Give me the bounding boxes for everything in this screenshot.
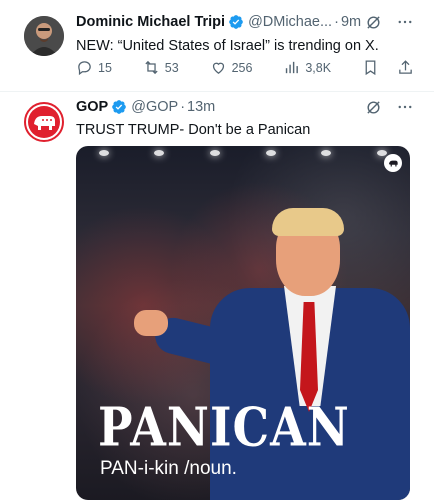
- view-count: 3,8K: [305, 60, 332, 75]
- like-button[interactable]: 256: [210, 59, 253, 76]
- tweet-time[interactable]: 9m: [341, 14, 361, 30]
- share-icon: [399, 60, 412, 74]
- reply-icon: [78, 61, 91, 76]
- verified-badge-icon: [228, 14, 244, 30]
- tweet-media-image[interactable]: PANICAN PAN-i-kin /noun.: [76, 146, 410, 500]
- gop-logo-icon: [384, 154, 402, 172]
- views-icon: [286, 61, 299, 74]
- grok-icon[interactable]: [364, 13, 382, 31]
- tweet-text: NEW: “United States of Israel” is trendi…: [76, 38, 379, 54]
- retweet-icon: [145, 60, 158, 75]
- author-name[interactable]: GOP: [76, 99, 108, 115]
- author-handle[interactable]: @DMichae...: [248, 14, 332, 30]
- separator-dot: ·: [334, 14, 339, 30]
- reply-button[interactable]: 15: [76, 59, 112, 76]
- more-options-icon[interactable]: [396, 13, 414, 31]
- retweet-count: 53: [164, 60, 179, 75]
- retweet-button[interactable]: 53: [143, 59, 179, 76]
- tweet-header: GOP @GOP · 13m: [76, 99, 422, 115]
- reply-count: 15: [98, 60, 112, 75]
- heart-icon: [212, 62, 224, 74]
- grok-icon[interactable]: [364, 98, 382, 116]
- bookmark-icon: [365, 60, 376, 76]
- author-handle[interactable]: @GOP: [131, 99, 178, 115]
- author-avatar[interactable]: [24, 102, 64, 142]
- author-avatar[interactable]: [24, 16, 64, 56]
- stadium-lights: [76, 150, 410, 162]
- tweet-time[interactable]: 13m: [187, 99, 215, 115]
- tweet-header: Dominic Michael Tripi @DMichae... · 9m: [76, 14, 422, 30]
- media-title: PANICAN: [98, 396, 350, 459]
- tweet-text: TRUST TRUMP- Don't be a Panican: [76, 122, 311, 138]
- tweet[interactable]: Dominic Michael Tripi @DMichae... · 9m N…: [0, 0, 434, 92]
- share-button[interactable]: [397, 59, 414, 76]
- like-count: 256: [231, 60, 253, 75]
- tweet[interactable]: GOP @GOP · 13m TRUST TRUMP- Don't be a P…: [0, 92, 434, 500]
- more-options-icon[interactable]: [396, 98, 414, 116]
- tweet-actions: 15 53 256 3,8K: [76, 59, 414, 76]
- views-button[interactable]: 3,8K: [283, 59, 331, 76]
- verified-badge-icon: [111, 99, 127, 115]
- author-name[interactable]: Dominic Michael Tripi: [76, 14, 225, 30]
- media-subtitle: PAN-i-kin /noun.: [100, 458, 237, 479]
- separator-dot: ·: [180, 99, 186, 115]
- bookmark-button[interactable]: [362, 59, 379, 76]
